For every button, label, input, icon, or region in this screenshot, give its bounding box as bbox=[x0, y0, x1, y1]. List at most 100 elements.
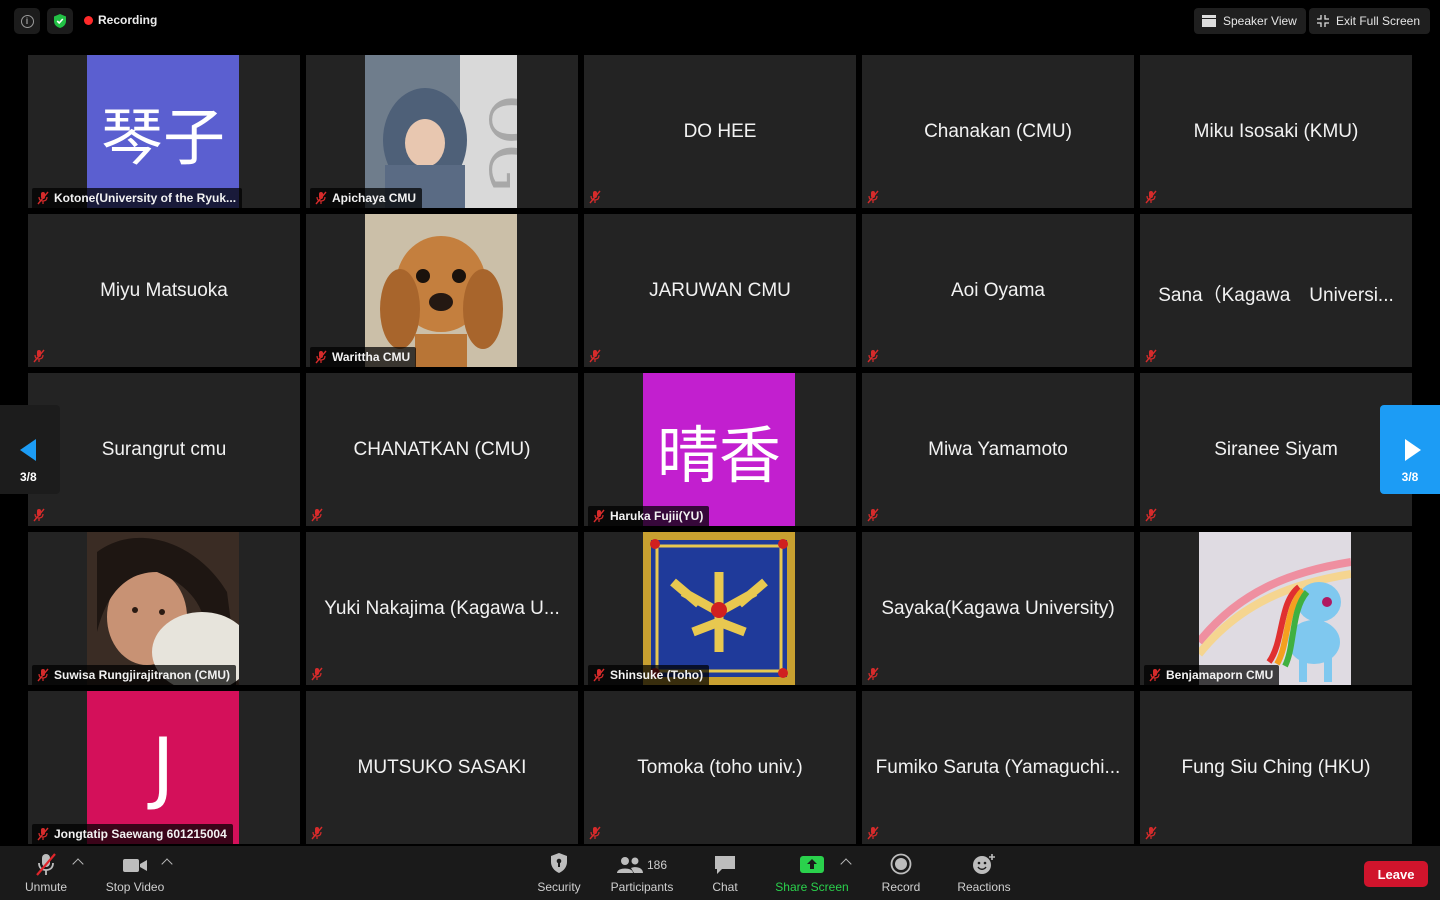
participant-tile[interactable]: Fung Siu Ching (HKU) bbox=[1140, 691, 1412, 844]
participant-tile[interactable]: CHANATKAN (CMU) bbox=[306, 373, 578, 526]
muted-mic-icon bbox=[866, 826, 880, 840]
chat-label: Chat bbox=[712, 880, 738, 894]
muted-mic-icon bbox=[588, 349, 602, 363]
participant-name: Suwisa Rungjirajitranon (CMU) bbox=[54, 668, 231, 682]
participant-name: Haruka Fujii(YU) bbox=[610, 509, 704, 523]
participants-label: Participants bbox=[610, 880, 674, 894]
participant-name: Benjamaporn CMU bbox=[1166, 668, 1274, 682]
participant-name-label: Haruka Fujii(YU) bbox=[588, 506, 710, 526]
participant-avatar bbox=[365, 214, 517, 367]
exit-fullscreen-button[interactable]: Exit Full Screen bbox=[1309, 8, 1430, 34]
avatar-initials: J bbox=[151, 722, 175, 813]
muted-mic-icon bbox=[314, 350, 328, 364]
participant-tile[interactable]: Miyu Matsuoka bbox=[28, 214, 300, 367]
unmute-label: Unmute bbox=[24, 880, 68, 894]
participant-name: Siranee Siyam bbox=[1214, 439, 1338, 460]
participant-tile[interactable]: Sayaka(Kagawa University) bbox=[862, 532, 1134, 685]
encryption-shield-icon[interactable] bbox=[47, 8, 73, 34]
participant-tile[interactable]: MUTSUKO SASAKI bbox=[306, 691, 578, 844]
share-screen-button[interactable]: Share Screen bbox=[770, 846, 854, 900]
chat-button[interactable]: Chat bbox=[700, 846, 750, 900]
muted-mic-icon bbox=[36, 191, 50, 205]
top-bar: i Recording Speaker View Exit Full Scree… bbox=[0, 0, 1440, 42]
muted-mic-icon bbox=[588, 190, 602, 204]
participant-name: MUTSUKO SASAKI bbox=[357, 757, 527, 778]
unmute-button[interactable]: Unmute bbox=[14, 846, 78, 900]
leave-meeting-button[interactable]: Leave bbox=[1364, 861, 1428, 887]
participant-name-label: Jongtatip Saewang 601215004 bbox=[32, 824, 233, 844]
muted-mic-icon bbox=[314, 191, 328, 205]
reactions-button[interactable]: Reactions bbox=[952, 846, 1016, 900]
participant-tile[interactable]: Benjamaporn CMU bbox=[1140, 532, 1412, 685]
security-shield-icon bbox=[551, 853, 567, 873]
participant-avatar: 琴子 bbox=[87, 55, 239, 208]
security-button[interactable]: Security bbox=[528, 846, 590, 900]
participant-tile[interactable]: Siranee Siyam bbox=[1140, 373, 1412, 526]
participant-name: CHANATKAN (CMU) bbox=[353, 439, 531, 460]
participant-tile[interactable]: Surangrut cmu bbox=[28, 373, 300, 526]
muted-mic-icon bbox=[32, 349, 46, 363]
participant-tile[interactable]: J Jongtatip Saewang 601215004 bbox=[28, 691, 300, 844]
participant-tile[interactable]: Miwa Yamamoto bbox=[862, 373, 1134, 526]
exit-fullscreen-label: Exit Full Screen bbox=[1336, 14, 1421, 28]
participant-tile[interactable]: Fumiko Saruta (Yamaguchi... bbox=[862, 691, 1134, 844]
speaker-view-label: Speaker View bbox=[1223, 14, 1297, 28]
avatar-initials: 晴香 bbox=[656, 418, 781, 492]
participant-name: Jongtatip Saewang 601215004 bbox=[54, 827, 227, 841]
participant-tile[interactable]: Tomoka (toho univ.) bbox=[584, 691, 856, 844]
record-button[interactable]: Record bbox=[874, 846, 928, 900]
participant-name: Fung Siu Ching (HKU) bbox=[1181, 757, 1371, 778]
participant-tile[interactable]: Chanakan (CMU) bbox=[862, 55, 1134, 208]
participant-tile[interactable]: Yuki Nakajima (Kagawa U... bbox=[306, 532, 578, 685]
arrow-right-icon bbox=[1405, 439, 1421, 461]
participant-name: Kotone(University of the Ryuk... bbox=[54, 191, 237, 205]
participant-name: Yuki Nakajima (Kagawa U... bbox=[324, 598, 560, 619]
muted-mic-icon bbox=[36, 827, 50, 841]
participant-tile[interactable]: Suwisa Rungjirajitranon (CMU) bbox=[28, 532, 300, 685]
muted-mic-icon bbox=[310, 508, 324, 522]
participant-name: Miwa Yamamoto bbox=[928, 439, 1068, 460]
participant-name: JARUWAN CMU bbox=[649, 280, 791, 301]
recording-dot-icon bbox=[84, 15, 93, 25]
participant-tile[interactable]: Aoi Oyama bbox=[862, 214, 1134, 367]
participant-tile[interactable]: Miku Isosaki (KMU) bbox=[1140, 55, 1412, 208]
participant-name-label: Warittha CMU bbox=[310, 347, 417, 367]
participant-avatar: OG bbox=[365, 55, 517, 208]
stop-video-button[interactable]: Stop Video bbox=[100, 846, 170, 900]
participant-name-label: Suwisa Rungjirajitranon (CMU) bbox=[32, 665, 237, 685]
stop-video-label: Stop Video bbox=[105, 880, 165, 894]
participant-tile[interactable]: 琴子 Kotone(University of the Ryuk... bbox=[28, 55, 300, 208]
participants-button[interactable]: 186 Participants bbox=[604, 846, 680, 900]
participant-name: Shinsuke (Toho) bbox=[610, 668, 704, 682]
previous-page-button[interactable]: 3/8 bbox=[0, 405, 60, 494]
participant-tile[interactable]: OG Apichaya CMU bbox=[306, 55, 578, 208]
participant-tile[interactable]: Warittha CMU bbox=[306, 214, 578, 367]
participant-name: Miku Isosaki (KMU) bbox=[1193, 121, 1359, 142]
svg-text:OG: OG bbox=[475, 95, 517, 192]
arrow-left-icon bbox=[20, 439, 36, 461]
speaker-view-button[interactable]: Speaker View bbox=[1194, 8, 1306, 34]
participant-avatar: 晴香 bbox=[643, 373, 795, 526]
security-label: Security bbox=[537, 880, 581, 894]
participant-name: Aoi Oyama bbox=[951, 280, 1045, 301]
participants-count: 186 bbox=[646, 858, 668, 872]
muted-mic-icon bbox=[1144, 190, 1158, 204]
muted-mic-icon bbox=[592, 668, 606, 682]
participant-name: Fumiko Saruta (Yamaguchi... bbox=[875, 757, 1121, 778]
participant-name: Tomoka (toho univ.) bbox=[637, 757, 803, 778]
meeting-toolbar: Unmute Stop Video Security 186 Participa… bbox=[0, 846, 1440, 900]
next-page-button[interactable]: 3/8 bbox=[1380, 405, 1440, 494]
participant-tile[interactable]: 晴香 Haruka Fujii(YU) bbox=[584, 373, 856, 526]
participant-name: Chanakan (CMU) bbox=[924, 121, 1072, 142]
participant-tile[interactable]: Sana（Kagawa Universi... bbox=[1140, 214, 1412, 367]
muted-mic-icon bbox=[866, 508, 880, 522]
participant-tile[interactable]: DO HEE bbox=[584, 55, 856, 208]
participant-tile[interactable]: JARUWAN CMU bbox=[584, 214, 856, 367]
participant-tile[interactable]: Shinsuke (Toho) bbox=[584, 532, 856, 685]
reactions-label: Reactions bbox=[957, 880, 1011, 894]
participant-name: Warittha CMU bbox=[332, 350, 411, 364]
participant-name-label: Benjamaporn CMU bbox=[1144, 665, 1280, 685]
meeting-info-icon[interactable]: i bbox=[14, 8, 40, 34]
share-screen-label: Share Screen bbox=[775, 880, 849, 894]
muted-mic-icon bbox=[1144, 349, 1158, 363]
